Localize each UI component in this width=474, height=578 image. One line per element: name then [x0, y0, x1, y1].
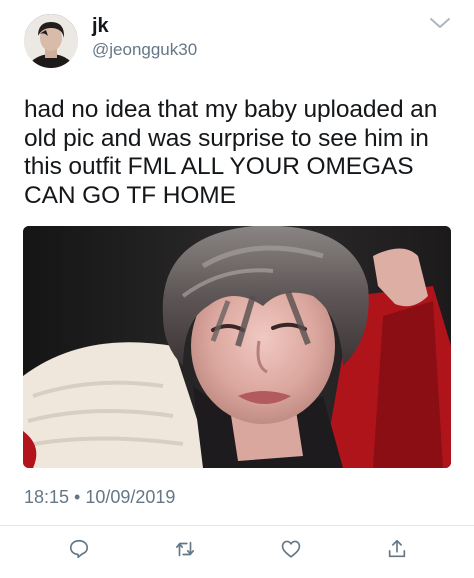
display-name[interactable]: jk — [92, 14, 109, 38]
like-heart-icon[interactable] — [278, 536, 304, 562]
tweet-text: had no idea that my baby uploaded an old… — [24, 96, 438, 209]
tweet-timestamp[interactable]: 18:15 • 10/09/2019 — [24, 486, 175, 508]
reply-icon[interactable] — [66, 536, 92, 562]
action-divider — [0, 525, 474, 526]
tweet-card: jk @jeongguk30 had no idea that my baby … — [0, 0, 474, 578]
share-icon[interactable] — [384, 536, 410, 562]
chevron-down-icon[interactable] — [428, 14, 452, 32]
user-handle[interactable]: @jeongguk30 — [92, 40, 197, 60]
tweet-photo[interactable] — [23, 226, 451, 468]
tweet-actions — [0, 536, 474, 568]
avatar[interactable] — [24, 14, 78, 68]
retweet-icon[interactable] — [172, 536, 198, 562]
